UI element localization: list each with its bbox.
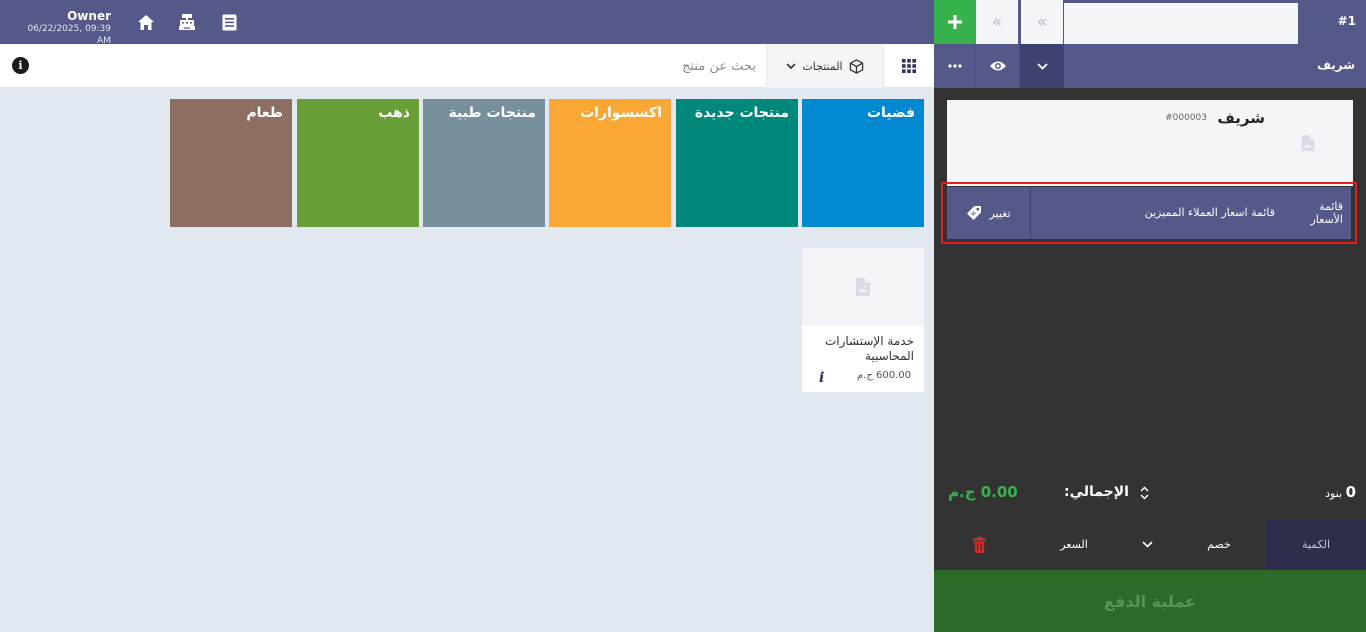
grid-icon: [902, 59, 916, 73]
items-count-value: 0: [1345, 483, 1356, 501]
customer-dropdown-button[interactable]: [1020, 44, 1064, 88]
product-name: خدمة الإستشارات المحاسبية: [824, 334, 914, 363]
category-label: منتجات طبية: [448, 105, 537, 121]
discount-dropdown-button[interactable]: [1134, 519, 1160, 570]
price-list-highlight: تغيير قائمة اسعار العملاء المميزين قائمة…: [941, 182, 1357, 244]
items-count: 0 بنود: [1325, 483, 1356, 501]
total-value: 0.00 ج.م: [948, 483, 1018, 501]
customer-card: شريف #000003: [947, 100, 1353, 186]
tab-discount-label: خصم: [1207, 538, 1231, 551]
line-edit-tabs: الكمية خصم السعر: [934, 519, 1366, 570]
tag-icon: [967, 206, 982, 220]
total-label: الإجمالي:: [1064, 484, 1129, 500]
grid-view-button[interactable]: [894, 52, 924, 80]
payment-button[interactable]: عملية الدفع: [934, 570, 1366, 632]
tab-price[interactable]: السعر: [1034, 519, 1114, 570]
product-image-placeholder: [802, 248, 924, 326]
price-list-value: قائمة اسعار العملاء المميزين: [1144, 206, 1275, 219]
info-icon[interactable]: i: [12, 57, 29, 74]
image-placeholder-icon: [856, 278, 870, 296]
product-search-input[interactable]: [590, 52, 756, 80]
category-tile[interactable]: منتجات جديدة: [676, 99, 798, 227]
product-info-icon[interactable]: i: [819, 370, 824, 386]
category-tile[interactable]: ذهب: [297, 99, 419, 227]
category-tile[interactable]: منتجات طبية: [423, 99, 545, 227]
category-label: منتجات جديدة: [694, 105, 789, 121]
chevron-down-icon: [1036, 62, 1048, 70]
plus-icon: [948, 15, 962, 29]
order-panel: « « #1 شريف شريف #000003 تغيير قائمة اسع…: [934, 0, 1366, 632]
more-options-button[interactable]: [934, 44, 976, 88]
sort-icon[interactable]: [1140, 486, 1149, 500]
change-price-list-button[interactable]: تغيير: [947, 187, 1031, 239]
chevron-down-icon: [1141, 541, 1153, 548]
order-field[interactable]: [1064, 3, 1298, 44]
delete-line-button[interactable]: [954, 519, 1004, 570]
category-label: اكسسوارات: [580, 105, 662, 121]
products-dropdown-label: المنتجات: [802, 59, 843, 73]
tab-quantity[interactable]: الكمية: [1266, 519, 1366, 570]
cash-register-icon[interactable]: [176, 11, 198, 33]
price-list-label: قائمة الأسعار: [1310, 200, 1343, 226]
double-chevron-right-icon: «: [1036, 12, 1048, 32]
image-placeholder-icon: [1301, 135, 1315, 151]
change-label: تغيير: [989, 206, 1011, 220]
chevron-down-icon: [786, 62, 796, 69]
view-customer-button[interactable]: [977, 44, 1020, 88]
customer-name: شريف: [1217, 109, 1265, 127]
double-chevron-left-icon: «: [991, 12, 1003, 32]
payment-button-label: عملية الدفع: [1103, 591, 1197, 611]
tab-discount[interactable]: خصم: [1174, 519, 1264, 570]
box-icon: [849, 58, 863, 74]
customer-photo-placeholder: [1301, 134, 1315, 152]
tab-quantity-label: الكمية: [1301, 538, 1331, 551]
product-card[interactable]: خدمة الإستشارات المحاسبية 600.00 ج.م i: [802, 248, 924, 392]
category-tile[interactable]: فضيات: [802, 99, 924, 227]
category-tile[interactable]: طعام: [170, 99, 292, 227]
ellipsis-icon: [947, 64, 962, 68]
add-order-button[interactable]: [934, 0, 976, 44]
list-icon[interactable]: [218, 11, 240, 33]
category-tile[interactable]: اكسسوارات: [549, 99, 671, 227]
eye-icon: [990, 61, 1006, 71]
home-icon[interactable]: [135, 11, 157, 33]
price-list-row: تغيير قائمة اسعار العملاء المميزين قائمة…: [947, 187, 1351, 239]
customer-id: #000003: [1165, 113, 1207, 123]
category-label: طعام: [246, 105, 283, 121]
category-label: ذهب: [378, 105, 410, 121]
customer-short-name: شريف: [1316, 58, 1355, 72]
products-dropdown[interactable]: المنتجات: [766, 44, 884, 88]
user-name: Owner: [67, 9, 111, 23]
category-label: فضيات: [866, 105, 915, 121]
product-price: 600.00 ج.م: [856, 370, 911, 381]
items-count-label: بنود: [1325, 487, 1343, 500]
order-number: #1: [1337, 14, 1356, 28]
user-info: Owner 06/22/2025, 09:39 AM: [14, 9, 111, 47]
top-bar: Owner 06/22/2025, 09:39 AM: [0, 0, 934, 47]
previous-order-button[interactable]: «: [976, 0, 1018, 44]
tab-price-label: السعر: [1060, 538, 1088, 551]
trash-icon: [972, 536, 986, 553]
next-order-button[interactable]: «: [1021, 0, 1063, 44]
